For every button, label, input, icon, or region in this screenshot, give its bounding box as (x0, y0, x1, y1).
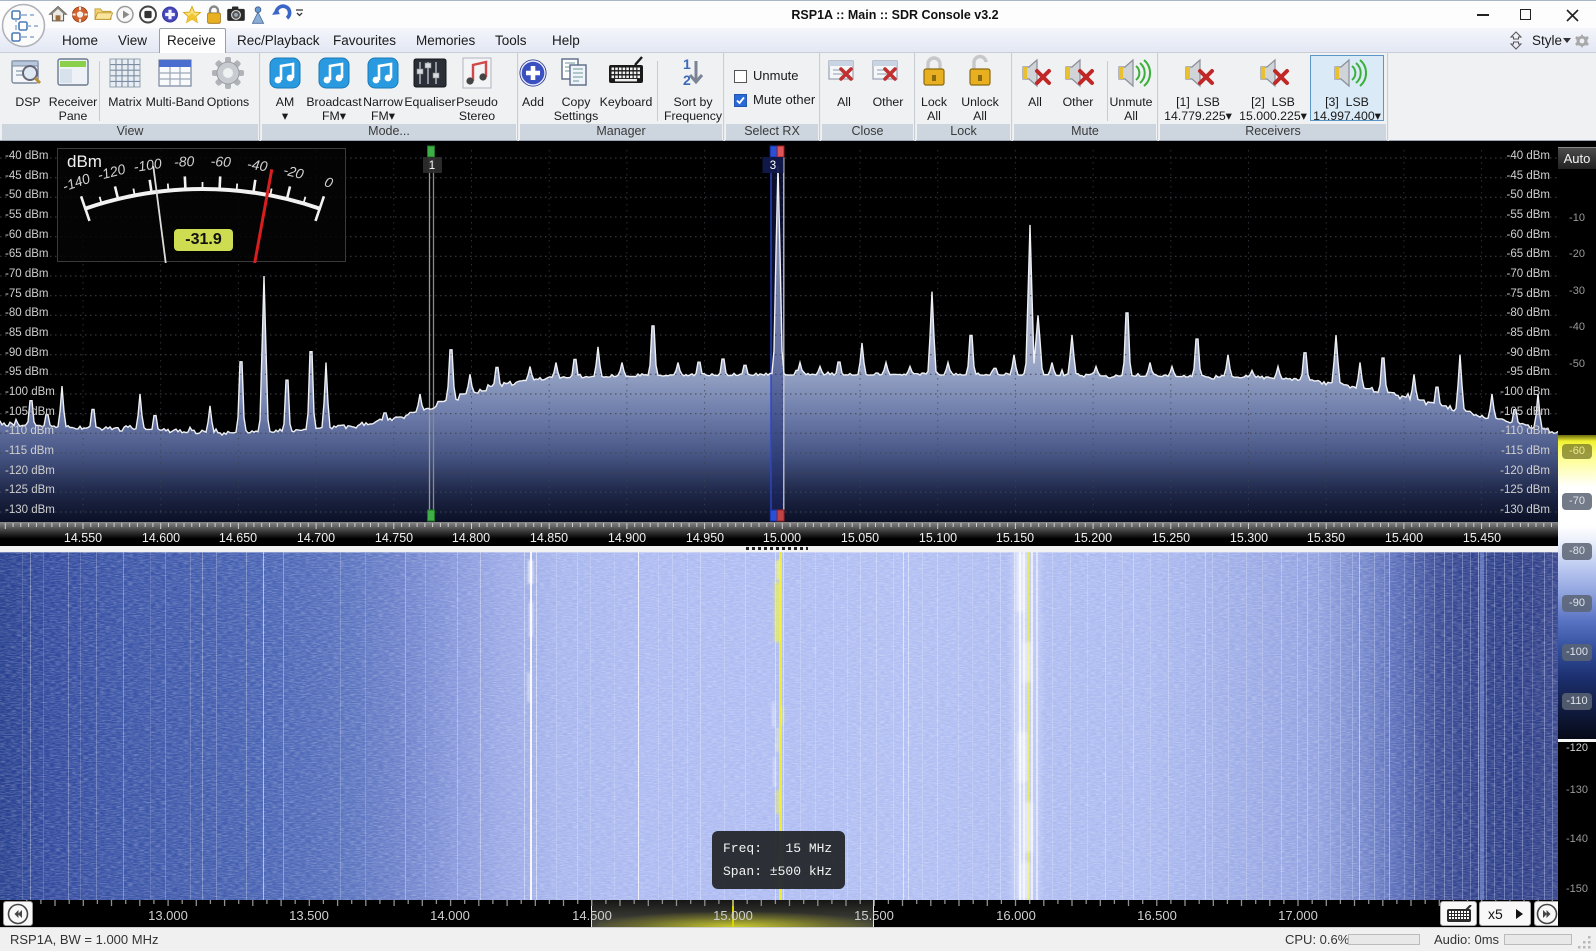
svg-text:1: 1 (683, 56, 691, 72)
svg-text:2: 2 (683, 72, 691, 88)
